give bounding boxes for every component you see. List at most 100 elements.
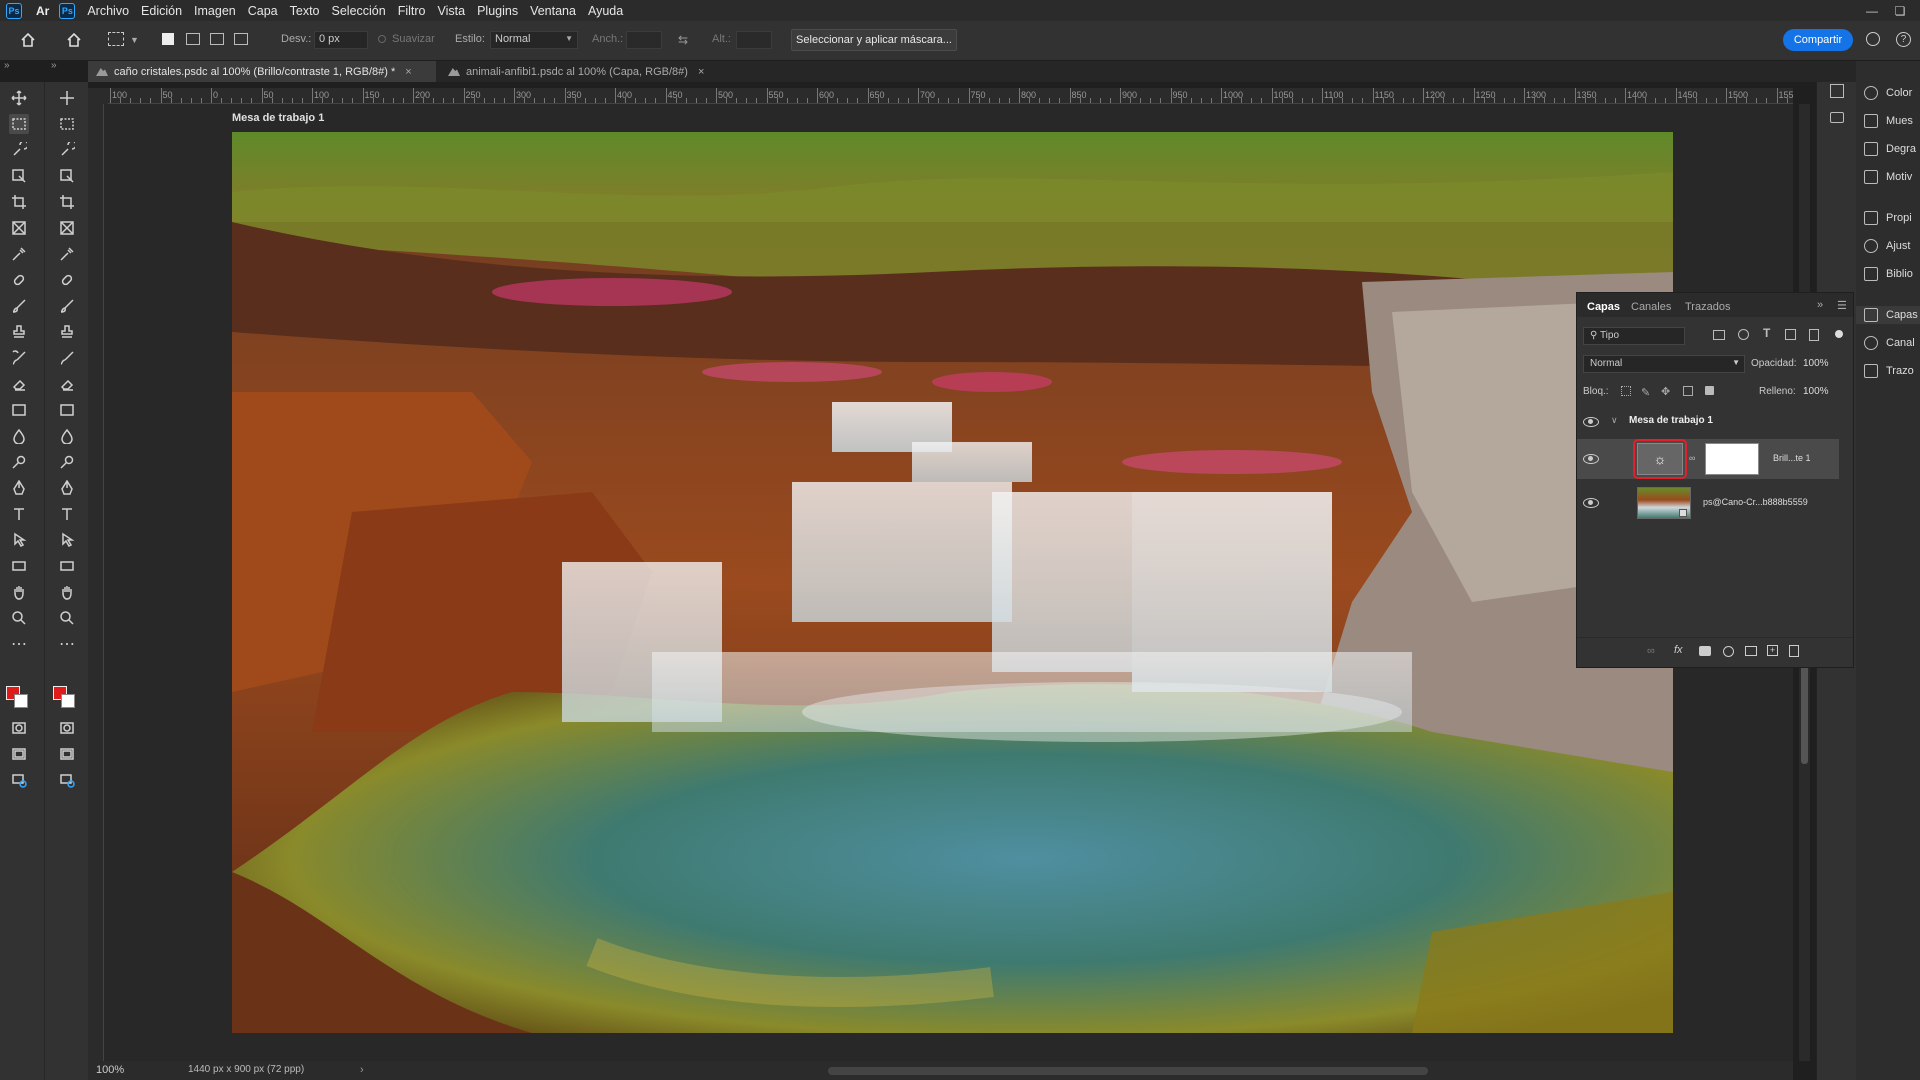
new-selection-icon[interactable] — [162, 33, 174, 45]
tab-cano-cristales[interactable]: caño cristales.psdc al 100% (Brillo/cont… — [88, 61, 436, 82]
quick-selection-tool-icon[interactable] — [9, 140, 29, 160]
expand-icon[interactable]: » — [51, 60, 57, 71]
link-layers-icon[interactable]: ∞ — [1647, 645, 1655, 657]
rect-marquee-tool-icon[interactable] — [57, 114, 77, 134]
hand-tool-icon[interactable] — [57, 582, 77, 602]
marquee-preset-icon[interactable] — [108, 32, 124, 46]
feather-input[interactable]: 0 px — [314, 31, 368, 49]
filter-toggle-icon[interactable] — [1835, 330, 1843, 338]
chevron-down-icon[interactable]: ▼ — [130, 35, 139, 45]
eraser-tool-icon[interactable] — [57, 374, 77, 394]
brush-tool-icon[interactable] — [9, 296, 29, 316]
dock-layers[interactable]: Capas — [1856, 306, 1920, 324]
blur-tool-icon[interactable] — [9, 426, 29, 446]
collapse-panel-icon[interactable]: » — [1817, 299, 1823, 311]
switch-to-ar-button[interactable]: Ar — [36, 3, 49, 19]
fill-input[interactable]: 100% — [1799, 383, 1843, 401]
screen-mode-icon[interactable] — [9, 744, 29, 764]
dock-libraries[interactable]: Biblio — [1864, 265, 1913, 283]
share-button[interactable]: Compartir — [1783, 29, 1853, 51]
healing-brush-tool-icon[interactable] — [57, 270, 77, 290]
new-adjustment-icon[interactable] — [1723, 646, 1734, 657]
menu-ayuda[interactable]: Ayuda — [588, 4, 623, 18]
filter-shape-icon[interactable] — [1785, 329, 1796, 340]
menu-imagen[interactable]: Imagen — [194, 4, 236, 18]
dodge-tool-icon[interactable] — [57, 452, 77, 472]
home-icon[interactable] — [20, 32, 36, 48]
quick-selection-tool-icon[interactable] — [57, 140, 77, 160]
filter-type-icon[interactable]: T — [1763, 326, 1770, 340]
screen-mode-icon[interactable] — [57, 744, 77, 764]
share-for-review-icon[interactable] — [9, 770, 29, 790]
dock-channels[interactable]: Canal — [1864, 334, 1915, 352]
opacity-input[interactable]: 100% — [1799, 355, 1843, 373]
layer-filter-select[interactable]: ⚲ Tipo — [1583, 327, 1685, 345]
antialias-checkbox[interactable] — [378, 35, 386, 43]
artboard-group-row[interactable]: ∨ Mesa de trabajo 1 — [1577, 409, 1839, 433]
switch-to-ps-button[interactable]: Ps — [59, 2, 76, 19]
width-input[interactable] — [626, 31, 662, 49]
panel-menu-icon[interactable]: ☰ — [1837, 299, 1847, 312]
move-tool-icon[interactable] — [9, 88, 29, 108]
zoom-tool-icon[interactable] — [9, 608, 29, 628]
filter-adjustment-icon[interactable] — [1738, 329, 1749, 340]
healing-brush-tool-icon[interactable] — [9, 270, 29, 290]
filter-pixel-icon[interactable] — [1713, 330, 1725, 340]
intersect-selection-icon[interactable] — [234, 33, 248, 45]
lock-transparency-icon[interactable] — [1621, 386, 1631, 396]
home-alt-icon[interactable] — [66, 32, 82, 48]
artboard-image[interactable] — [232, 132, 1673, 1033]
brush-tool-icon[interactable] — [57, 296, 77, 316]
history-icon[interactable] — [1830, 84, 1844, 98]
expand-icon[interactable]: » — [4, 60, 10, 71]
dodge-tool-icon[interactable] — [9, 452, 29, 472]
tab-capas[interactable]: Capas — [1587, 301, 1620, 313]
dock-properties[interactable]: Propi — [1864, 209, 1912, 227]
menu-edicion[interactable]: Edición — [141, 4, 182, 18]
search-icon[interactable] — [1866, 32, 1880, 46]
chevron-down-icon[interactable]: ∨ — [1611, 415, 1618, 426]
object-selection-tool-icon[interactable] — [9, 166, 29, 186]
menu-ventana[interactable]: Ventana — [530, 4, 576, 18]
add-mask-icon[interactable] — [1699, 646, 1711, 656]
history-brush-tool-icon[interactable] — [57, 348, 77, 368]
rect-marquee-tool-icon[interactable] — [9, 114, 29, 134]
quick-mask-icon[interactable] — [57, 718, 77, 738]
background-color-swatch[interactable] — [14, 694, 28, 708]
style-select[interactable]: Normal ▼ — [490, 31, 578, 49]
minimize-icon[interactable]: — — [1858, 0, 1886, 21]
menu-plugins[interactable]: Plugins — [477, 4, 518, 18]
type-tool-icon[interactable] — [57, 504, 77, 524]
close-icon[interactable]: × — [698, 66, 704, 78]
layer-row-photo[interactable]: ps@Cano-Cr...b888b5559 — [1577, 483, 1839, 523]
ruler-origin[interactable] — [88, 88, 108, 104]
horizontal-scrollbar[interactable] — [828, 1067, 1428, 1075]
dock-color[interactable]: Color — [1864, 84, 1912, 102]
zoom-level[interactable]: 100% — [96, 1064, 124, 1076]
dock-paths[interactable]: Trazo — [1864, 362, 1914, 380]
path-selection-tool-icon[interactable] — [9, 530, 29, 550]
background-color-swatch[interactable] — [61, 694, 75, 708]
eye-icon[interactable] — [1583, 454, 1599, 464]
clone-stamp-tool-icon[interactable] — [9, 322, 29, 342]
gradient-tool-icon[interactable] — [57, 400, 77, 420]
clone-stamp-tool-icon[interactable] — [57, 322, 77, 342]
close-icon[interactable]: × — [405, 66, 411, 78]
new-layer-icon[interactable]: + — [1767, 645, 1778, 656]
eraser-tool-icon[interactable] — [9, 374, 29, 394]
tab-animali-anfibi[interactable]: animali-anfibi1.psdc al 100% (Capa, RGB/… — [440, 61, 718, 82]
lock-pixels-icon[interactable]: ✎ — [1641, 386, 1650, 399]
chevron-right-icon[interactable]: › — [360, 1064, 364, 1076]
swap-dimensions-icon[interactable]: ⇆ — [678, 33, 688, 47]
more-tools-icon[interactable]: ⋯ — [9, 634, 29, 654]
menu-vista[interactable]: Vista — [438, 4, 466, 18]
delete-layer-icon[interactable] — [1789, 645, 1799, 657]
menu-capa[interactable]: Capa — [248, 4, 278, 18]
add-selection-icon[interactable] — [186, 33, 200, 45]
more-tools-icon[interactable]: ⋯ — [57, 634, 77, 654]
vertical-ruler[interactable] — [88, 104, 104, 1061]
layer-name[interactable]: ps@Cano-Cr...b888b5559 — [1703, 497, 1808, 507]
photoshop-app-icon[interactable]: Ps — [6, 2, 22, 19]
dock-swatches[interactable]: Mues — [1864, 112, 1913, 130]
menu-archivo[interactable]: Archivo — [87, 4, 129, 18]
